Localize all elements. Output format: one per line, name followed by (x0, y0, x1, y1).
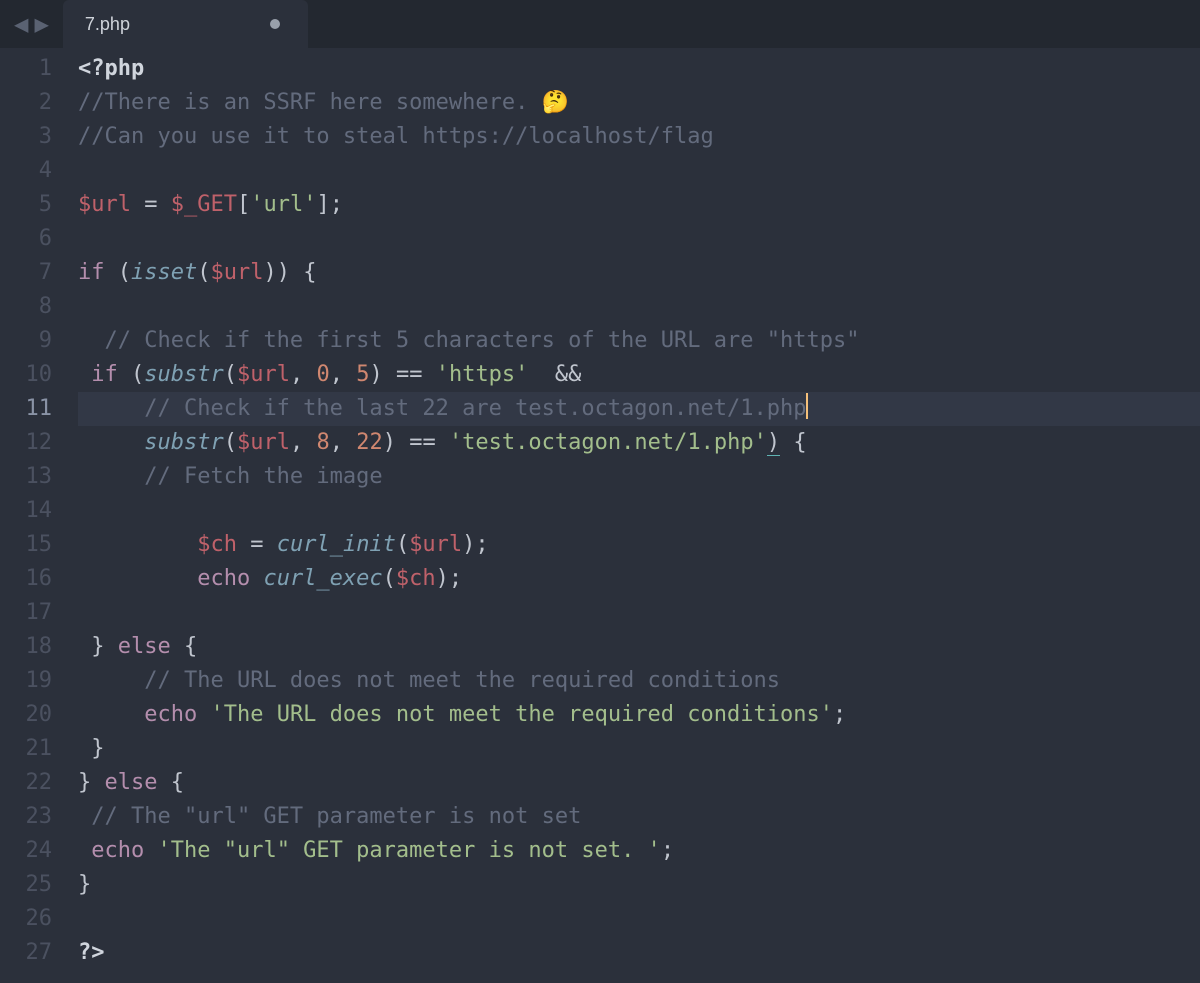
editor-titlebar: ◀ ▶ 7.php (0, 0, 1200, 48)
code-line[interactable]: } (78, 732, 1200, 766)
line-number: 26 (0, 902, 52, 936)
line-number: 11 (0, 392, 52, 426)
code-line[interactable]: //There is an SSRF here somewhere. 🤔 (78, 86, 1200, 120)
code-line[interactable] (78, 494, 1200, 528)
line-number: 1 (0, 52, 52, 86)
code-line[interactable]: $url = $_GET['url']; (78, 188, 1200, 222)
code-line[interactable]: <?php (78, 52, 1200, 86)
code-line[interactable]: ?> (78, 936, 1200, 970)
code-line[interactable] (78, 596, 1200, 630)
code-line[interactable] (78, 290, 1200, 324)
dirty-indicator-icon (270, 19, 280, 29)
line-number: 12 (0, 426, 52, 460)
line-number: 10 (0, 358, 52, 392)
code-line[interactable]: substr($url, 8, 22) == 'test.octagon.net… (78, 426, 1200, 460)
code-line[interactable]: } (78, 868, 1200, 902)
code-line[interactable]: } else { (78, 630, 1200, 664)
code-line[interactable]: echo 'The "url" GET parameter is not set… (78, 834, 1200, 868)
line-number: 9 (0, 324, 52, 358)
code-line[interactable]: // Fetch the image (78, 460, 1200, 494)
line-number: 5 (0, 188, 52, 222)
code-line[interactable]: if (isset($url)) { (78, 256, 1200, 290)
code-area[interactable]: <?php//There is an SSRF here somewhere. … (68, 52, 1200, 983)
text-cursor (806, 393, 808, 419)
line-number: 16 (0, 562, 52, 596)
code-line[interactable]: if (substr($url, 0, 5) == 'https' && (78, 358, 1200, 392)
line-number: 18 (0, 630, 52, 664)
tab-filename: 7.php (85, 14, 130, 35)
code-line[interactable]: // The "url" GET parameter is not set (78, 800, 1200, 834)
line-number: 13 (0, 460, 52, 494)
line-number: 17 (0, 596, 52, 630)
line-number: 8 (0, 290, 52, 324)
code-line[interactable] (78, 222, 1200, 256)
code-line[interactable]: $ch = curl_init($url); (78, 528, 1200, 562)
line-number: 4 (0, 154, 52, 188)
line-number: 6 (0, 222, 52, 256)
nav-forward-icon[interactable]: ▶ (34, 12, 48, 36)
line-number: 27 (0, 936, 52, 970)
line-number: 22 (0, 766, 52, 800)
line-number: 25 (0, 868, 52, 902)
line-number: 21 (0, 732, 52, 766)
code-line[interactable] (78, 902, 1200, 936)
line-number-gutter: 1234567891011121314151617181920212223242… (0, 52, 68, 983)
code-editor[interactable]: 1234567891011121314151617181920212223242… (0, 48, 1200, 983)
nav-arrows: ◀ ▶ (0, 0, 63, 48)
line-number: 3 (0, 120, 52, 154)
nav-back-icon[interactable]: ◀ (14, 12, 28, 36)
code-line[interactable]: echo 'The URL does not meet the required… (78, 698, 1200, 732)
line-number: 14 (0, 494, 52, 528)
line-number: 24 (0, 834, 52, 868)
code-line[interactable]: // Check if the first 5 characters of th… (78, 324, 1200, 358)
code-line[interactable] (78, 154, 1200, 188)
line-number: 20 (0, 698, 52, 732)
line-number: 7 (0, 256, 52, 290)
code-line[interactable]: } else { (78, 766, 1200, 800)
code-line[interactable]: // The URL does not meet the required co… (78, 664, 1200, 698)
code-line[interactable]: // Check if the last 22 are test.octagon… (78, 392, 1200, 426)
line-number: 23 (0, 800, 52, 834)
line-number: 19 (0, 664, 52, 698)
code-line[interactable]: //Can you use it to steal https://localh… (78, 120, 1200, 154)
tab-file[interactable]: 7.php (63, 0, 308, 48)
code-line[interactable]: echo curl_exec($ch); (78, 562, 1200, 596)
line-number: 2 (0, 86, 52, 120)
line-number: 15 (0, 528, 52, 562)
